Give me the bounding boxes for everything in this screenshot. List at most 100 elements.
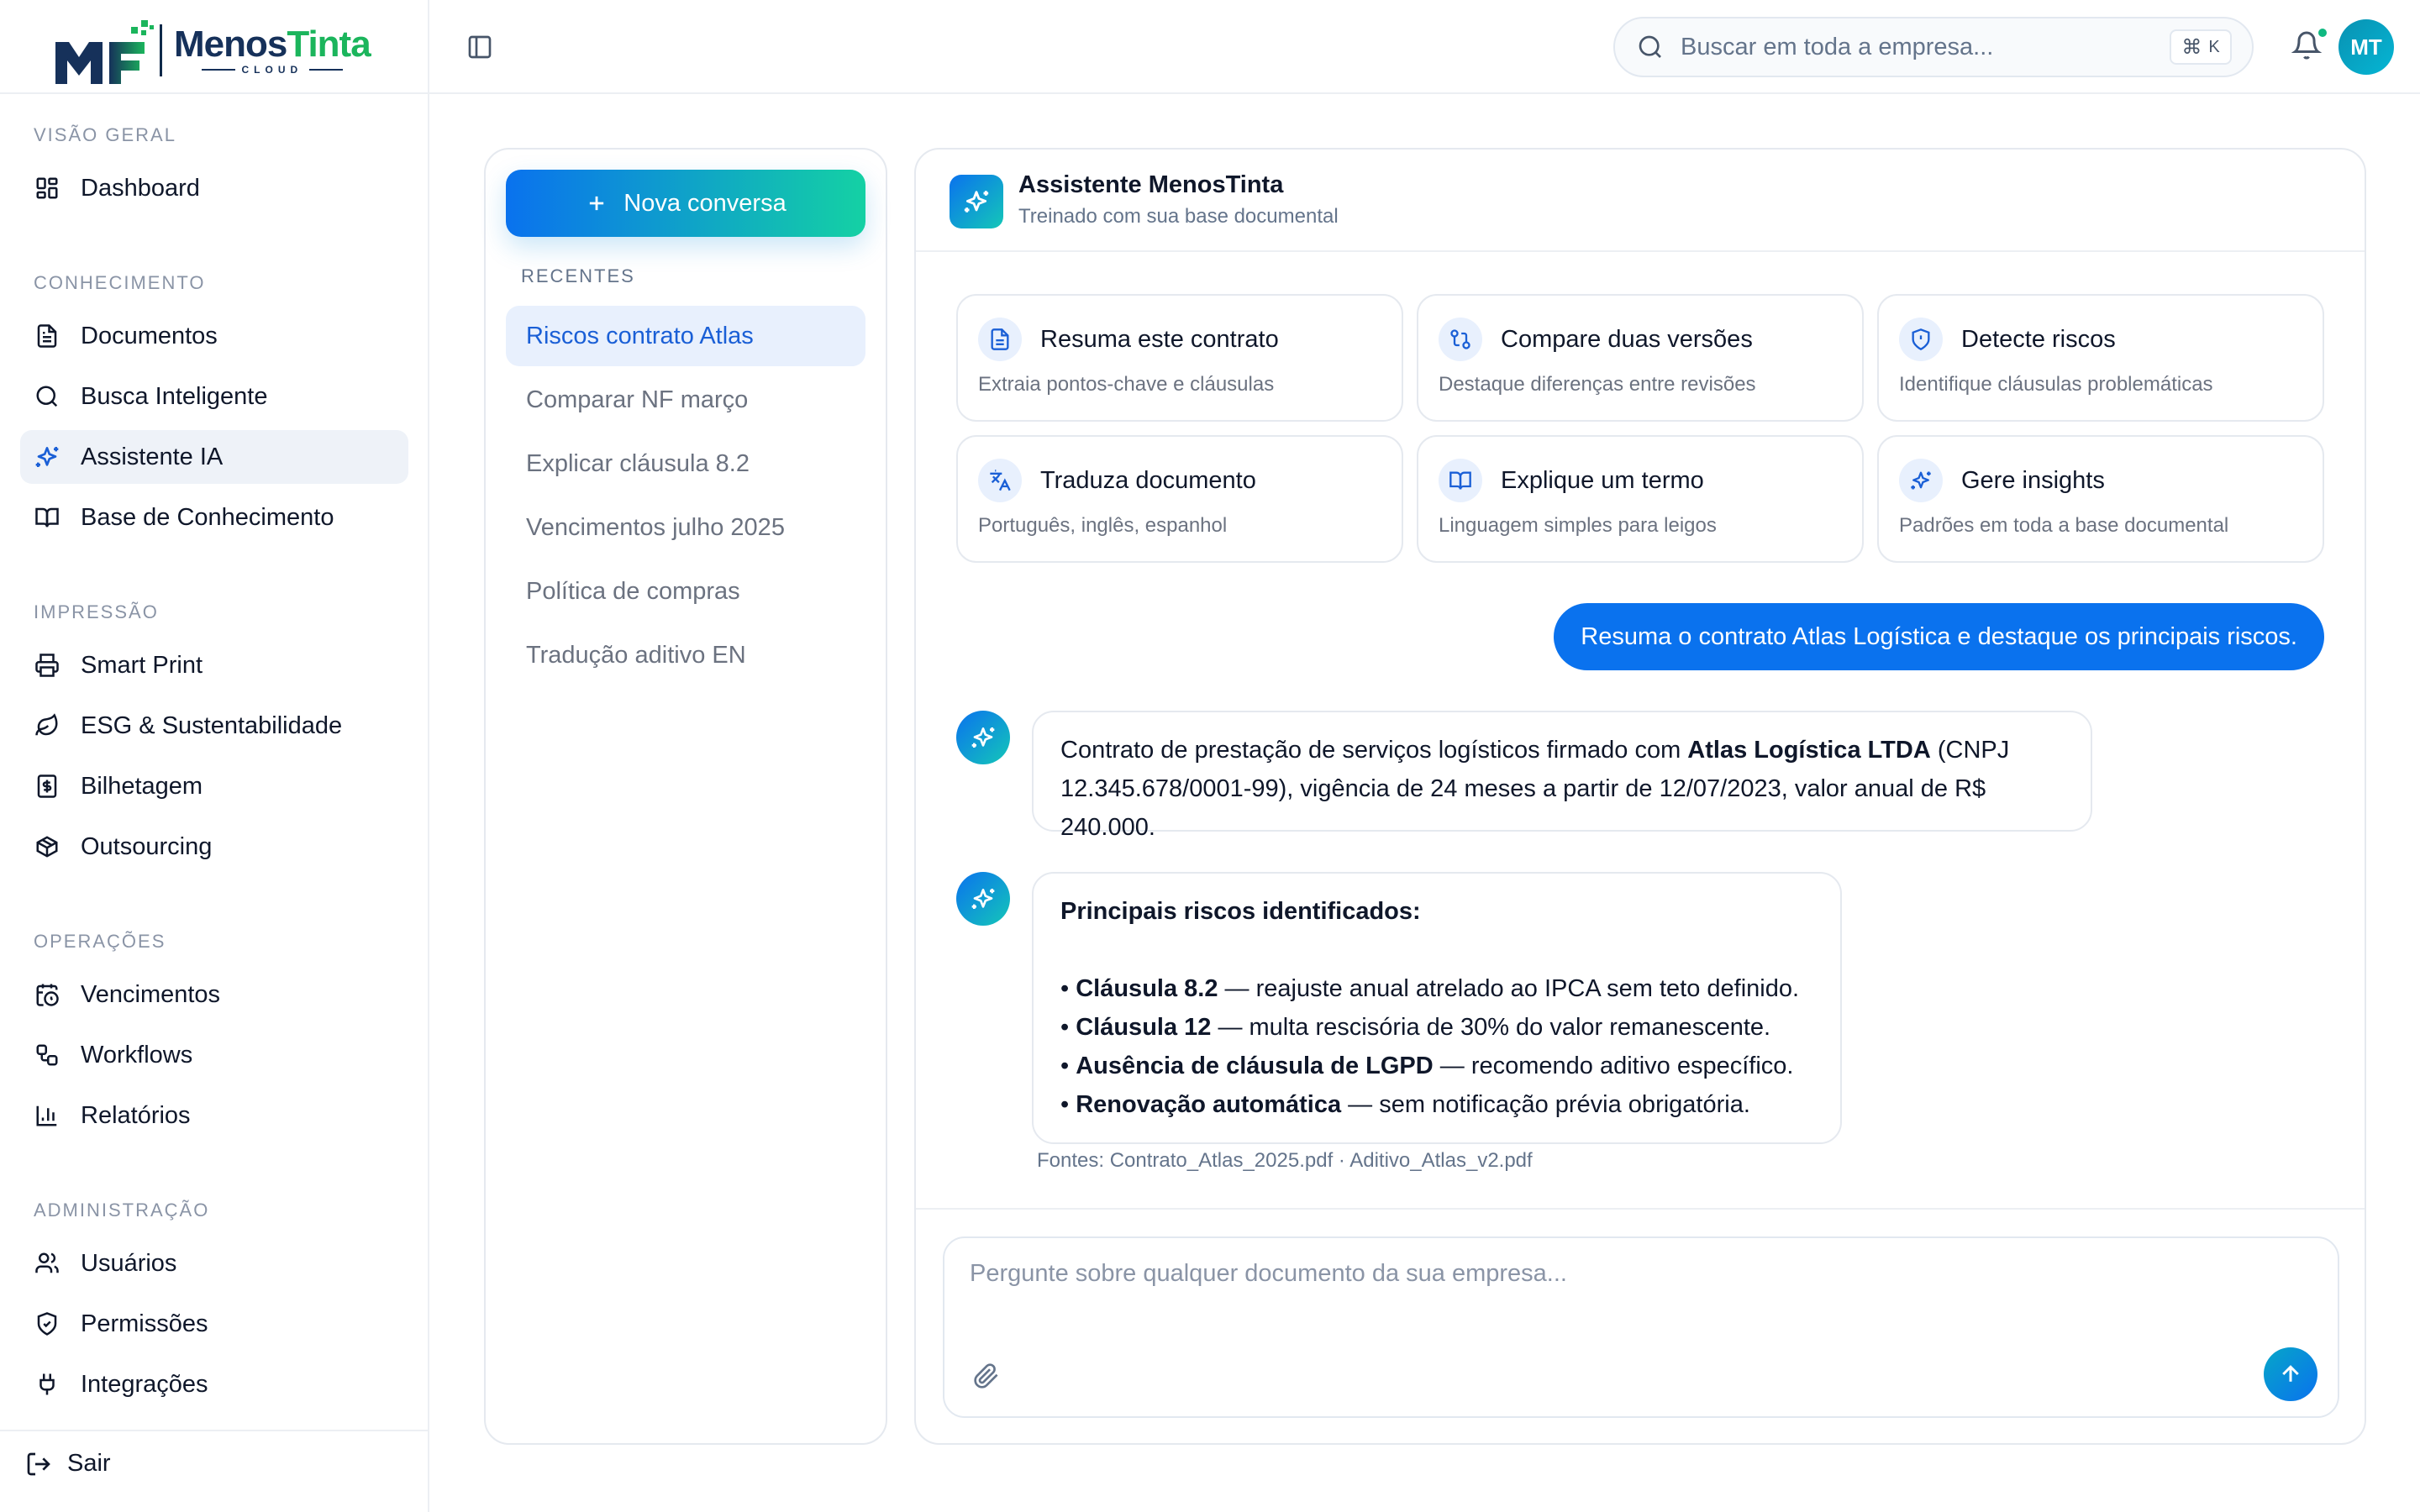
logout-button[interactable]: Sair: [25, 1450, 111, 1478]
sidebar-item-due-dates[interactable]: Vencimentos: [20, 968, 408, 1021]
sidebar-divider: [0, 1430, 428, 1431]
printer-icon: [34, 652, 60, 679]
workflow-icon: [34, 1042, 60, 1068]
message-text: (CNPJ: [1930, 737, 2010, 764]
shield-alert-icon: [1899, 318, 1943, 361]
file-text-icon: [978, 318, 1022, 361]
suggestion-card-explain[interactable]: Explique um termo Linguagem simples para…: [1417, 435, 1864, 563]
suggestion-card-compare[interactable]: Compare duas versões Destaque diferenças…: [1417, 294, 1864, 422]
message-bold: Atlas Logística LTDA: [1687, 737, 1931, 764]
sidebar-item-label: Assistente IA: [81, 443, 224, 470]
user-avatar[interactable]: MT: [2338, 19, 2394, 75]
sidebar-item-label: Outsourcing: [81, 832, 213, 860]
plus-icon: [585, 192, 608, 215]
message-text: Contrato de prestação de serviços logíst…: [1060, 737, 1688, 764]
assistant-avatar: [956, 872, 1010, 926]
search-icon: [1637, 34, 1664, 60]
notifications-button[interactable]: [2291, 27, 2328, 64]
section-title-knowledge: CONHECIMENTO: [34, 272, 206, 293]
brand-name-part2: Tinta: [287, 24, 371, 65]
suggestion-card-risks[interactable]: Detecte riscos Identifique cláusulas pro…: [1877, 294, 2324, 422]
suggestion-card-translate[interactable]: Traduza documento Português, inglês, esp…: [956, 435, 1403, 563]
plug-icon: [34, 1371, 60, 1398]
suggestion-desc: Português, inglês, espanhol: [978, 514, 1228, 537]
suggestion-desc: Padrões em toda a base documental: [1899, 514, 2229, 537]
sidebar-item-label: Base de Conhecimento: [81, 503, 334, 531]
suggestion-card-insights[interactable]: Gere insights Padrões em toda a base doc…: [1877, 435, 2324, 563]
recent-title: RECENTES: [521, 265, 635, 286]
document-icon: [34, 323, 60, 349]
dashboard-icon: [34, 175, 60, 202]
composer: [916, 1208, 2365, 1443]
brand-logo[interactable]: MenosTinta CLOUD: [50, 12, 387, 89]
sparkles-icon: [970, 885, 997, 912]
section-title-operations: OPERAÇÕES: [34, 931, 166, 952]
book-icon: [34, 504, 60, 531]
suggestion-desc: Linguagem simples para leigos: [1439, 514, 1717, 537]
sidebar-item-label: Dashboard: [81, 174, 200, 202]
sidebar-item-ai-assistant[interactable]: Assistente IA: [20, 430, 408, 484]
suggestion-desc: Destaque diferenças entre revisões: [1439, 373, 1756, 396]
conversation-item[interactable]: Explicar cláusula 8.2: [506, 433, 865, 494]
conversation-item-active[interactable]: Riscos contrato Atlas: [506, 306, 865, 366]
sidebar-item-reports[interactable]: Relatórios: [20, 1089, 408, 1142]
users-icon: [34, 1250, 60, 1277]
assistant-message: Contrato de prestação de serviços logíst…: [1032, 711, 2092, 841]
sidebar-item-workflows[interactable]: Workflows: [20, 1028, 408, 1082]
sparkles-icon: [970, 724, 997, 751]
sidebar-item-label: Vencimentos: [81, 980, 221, 1008]
sidebar-item-label: Smart Print: [81, 651, 203, 679]
new-conversation-button[interactable]: Nova conversa: [506, 170, 865, 237]
sidebar-item-permissions[interactable]: Permissões: [20, 1297, 408, 1351]
suggestion-title: Explique um termo: [1501, 467, 1704, 494]
message-sources[interactable]: Fontes: Contrato_Atlas_2025.pdf · Aditiv…: [1037, 1149, 1533, 1173]
send-button[interactable]: [2264, 1347, 2317, 1401]
logo-text: MenosTinta CLOUD: [174, 25, 371, 76]
calendar-clock-icon: [34, 981, 60, 1008]
conversation-item[interactable]: Política de compras: [506, 561, 865, 622]
suggestion-card-summarize[interactable]: Resuma este contrato Extraia pontos-chav…: [956, 294, 1403, 422]
chat-panel: Assistente MenosTinta Treinado com sua b…: [914, 148, 2366, 1445]
sidebar-item-outsourcing[interactable]: Outsourcing: [20, 820, 408, 874]
search-placeholder: Buscar em toda a empresa...: [1681, 33, 1994, 60]
conversation-item[interactable]: Comparar NF março: [506, 370, 865, 430]
package-icon: [34, 833, 60, 860]
sparkles-icon: [34, 444, 60, 470]
shortcut-key: K: [2208, 37, 2220, 56]
sidebar-item-smart-search[interactable]: Busca Inteligente: [20, 370, 408, 423]
sidebar-toggle-button[interactable]: [463, 30, 497, 64]
suggestion-title: Traduza documento: [1040, 467, 1256, 494]
new-conversation-label: Nova conversa: [623, 189, 786, 217]
risk-label: Cláusula 12: [1076, 1014, 1212, 1041]
risk-item: • Cláusula 12 — multa rescisória de 30% …: [1060, 1014, 1771, 1041]
sidebar-item-integrations[interactable]: Integrações: [20, 1357, 408, 1411]
shield-icon: [34, 1310, 60, 1337]
top-header: Buscar em toda a empresa... ⌘ K MT: [429, 0, 2420, 94]
sidebar-item-users[interactable]: Usuários: [20, 1236, 408, 1290]
user-message: Resuma o contrato Atlas Logística e dest…: [1554, 603, 2324, 670]
message-text: 12.345.678/0001-99), vigência de 24 mese…: [1060, 775, 1986, 841]
sidebar-item-label: ESG & Sustentabilidade: [81, 711, 343, 739]
suggestion-title: Detecte riscos: [1961, 326, 2116, 353]
conversation-item[interactable]: Vencimentos julho 2025: [506, 497, 865, 558]
message-input[interactable]: [970, 1260, 2230, 1310]
brand-name: MenosTinta: [174, 25, 371, 64]
logo-divider: [160, 24, 162, 76]
sidebar-item-documents[interactable]: Documentos: [20, 309, 408, 363]
global-search[interactable]: Buscar em toda a empresa... ⌘ K: [1613, 17, 2254, 77]
conversation-item[interactable]: Tradução aditivo EN: [506, 625, 865, 685]
risks-heading: Principais riscos identificados:: [1060, 898, 1421, 925]
sidebar-item-smart-print[interactable]: Smart Print: [20, 638, 408, 692]
sidebar-item-knowledge-base[interactable]: Base de Conhecimento: [20, 491, 408, 544]
sidebar-item-label: Documentos: [81, 322, 218, 349]
suggestion-desc: Extraia pontos-chave e cláusulas: [978, 373, 1275, 396]
sidebar-item-esg[interactable]: ESG & Sustentabilidade: [20, 699, 408, 753]
brand-subtitle-text: CLOUD: [241, 64, 303, 76]
leaf-icon: [34, 712, 60, 739]
section-title-printing: IMPRESSÃO: [34, 601, 159, 622]
arrow-up-icon: [2278, 1362, 2303, 1387]
sidebar-item-dashboard[interactable]: Dashboard: [20, 161, 408, 215]
sidebar-item-billing[interactable]: Bilhetagem: [20, 759, 408, 813]
search-icon: [34, 383, 60, 410]
attach-button[interactable]: [971, 1361, 1002, 1391]
